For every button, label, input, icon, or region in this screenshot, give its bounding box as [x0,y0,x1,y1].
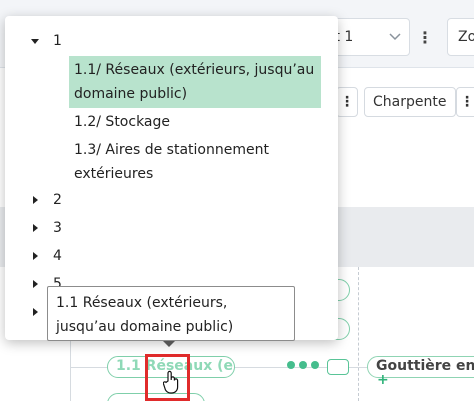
tree-item-1-1[interactable]: 1.1/ Réseaux (extérieurs, jusqu’au domai… [69,56,321,108]
filter-more-icon[interactable]: ⋮ [336,87,358,117]
tree-item-label: 4 [53,248,62,264]
tree-item-label: 1.3/ Aires de stationnement extérieures [74,142,269,182]
tree-item-1-2[interactable]: 1.2/ Stockage [69,108,321,136]
charpente-more-icon[interactable]: ⋮ [456,87,474,117]
toolbar-more-icon[interactable]: ⋮ [415,18,435,56]
hand-pointer-icon [162,370,181,398]
caret-right-icon[interactable] [23,252,47,260]
comment-icon[interactable] [327,359,349,375]
tree-item-1-3[interactable]: 1.3/ Aires de stationnement extérieures [69,136,321,188]
charpente-label: Charpente [373,94,447,110]
caret-right-icon[interactable] [23,196,47,204]
tooltip-arrow [163,341,175,347]
add-icon[interactable]: + [377,372,389,388]
zone-select[interactable]: Zo [447,18,474,56]
tree-item-label: 2 [53,192,62,208]
divider [358,267,359,401]
tree-item-3[interactable]: 3 [23,220,62,236]
caret-down-icon[interactable] [23,38,47,44]
node-tooltip: 1.1 Réseaux (extérieurs, jusqu’au domain… [47,286,295,341]
charpente-filter-button[interactable]: Charpente [364,87,456,117]
tree-item-label: 1.2/ Stockage [74,114,171,130]
caret-right-icon[interactable] [23,308,47,316]
tooltip-text: 1.1 Réseaux (extérieurs, jusqu’au domain… [56,295,234,335]
gouttiere-node-label: Gouttière en zinc [376,358,474,374]
tree-item-label: 3 [53,220,62,236]
tree-item-label: 1 [53,33,62,49]
caret-right-icon[interactable] [23,280,47,288]
tree-item-label: 1.1/ Réseaux (extérieurs, jusqu’au domai… [74,62,315,102]
chevron-down-icon [389,30,401,44]
caret-right-icon[interactable] [23,224,47,232]
tree-item-2[interactable]: 2 [23,192,62,208]
tree-item-1[interactable]: 1 [23,33,62,49]
zone-select-value: Zo [458,29,474,45]
more-dots-icon[interactable] [287,361,319,369]
tree-item-4[interactable]: 4 [23,248,62,264]
